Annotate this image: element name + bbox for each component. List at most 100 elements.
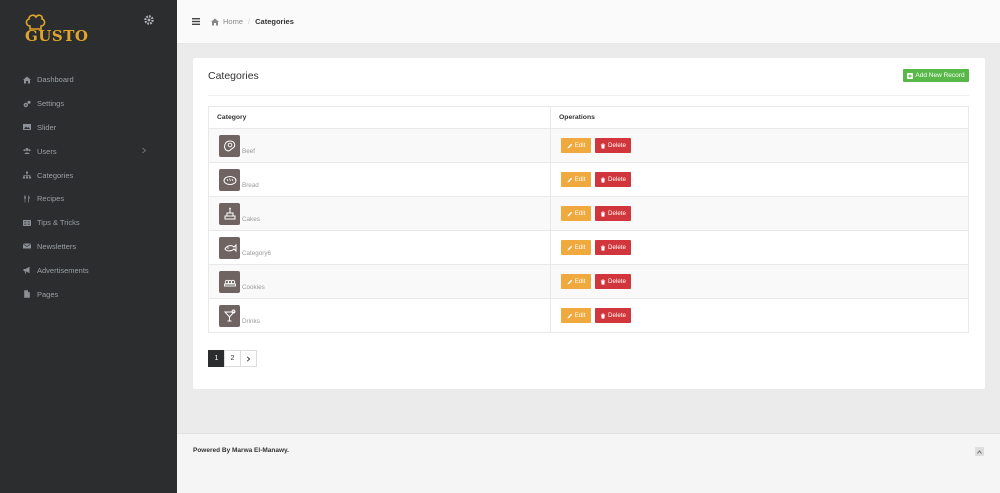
sidebar-item-pages[interactable]: Pages bbox=[0, 282, 177, 306]
sidebar-item-newsletters[interactable]: Newsletters bbox=[0, 235, 177, 259]
bread-icon bbox=[219, 168, 240, 191]
operations-cell: Edit Delete bbox=[550, 128, 969, 163]
sidebar-item-users[interactable]: Users bbox=[0, 139, 177, 163]
pencil-icon bbox=[567, 211, 572, 216]
sidebar-item-label: Newsletters bbox=[37, 241, 77, 251]
scroll-top-button[interactable] bbox=[975, 447, 984, 456]
next-page-button[interactable] bbox=[240, 350, 257, 367]
plus-square-icon bbox=[907, 72, 914, 79]
edit-button[interactable]: Edit bbox=[561, 274, 591, 289]
table-row: Drinks Edit Delete bbox=[208, 298, 969, 333]
trash-icon bbox=[600, 211, 606, 217]
category-name: Cookies bbox=[242, 283, 265, 291]
category-name: Beef bbox=[242, 147, 255, 155]
category-cell: Category6 bbox=[208, 230, 551, 265]
chevron-right-icon bbox=[142, 148, 147, 154]
breadcrumb-separator: / bbox=[248, 17, 251, 26]
sidebar-item-advertisements[interactable]: Advertisements bbox=[0, 258, 177, 282]
pencil-icon bbox=[567, 313, 572, 318]
pencil-icon bbox=[567, 177, 572, 182]
pencil-icon bbox=[567, 143, 572, 148]
operations-cell: Edit Delete bbox=[550, 298, 969, 333]
delete-button[interactable]: Delete bbox=[595, 240, 631, 255]
delete-label: Delete bbox=[608, 142, 626, 149]
operations-cell: Edit Delete bbox=[550, 230, 969, 265]
sidebar-item-settings[interactable]: Settings bbox=[0, 92, 177, 116]
page-2-button[interactable]: 2 bbox=[224, 350, 241, 367]
edit-button[interactable]: Edit bbox=[561, 206, 591, 221]
cocktail-icon bbox=[219, 304, 240, 327]
page-title: Categories bbox=[208, 70, 259, 82]
delete-button[interactable]: Delete bbox=[595, 274, 631, 289]
top-bar: Home / Categories bbox=[177, 0, 1000, 44]
category-name: Cakes bbox=[242, 215, 260, 223]
category-cell: Cookies bbox=[208, 264, 551, 299]
delete-button[interactable]: Delete bbox=[595, 172, 631, 187]
edit-button[interactable]: Edit bbox=[561, 138, 591, 153]
users-icon bbox=[23, 148, 31, 155]
cogs-icon bbox=[23, 100, 31, 107]
logo-text: GUSTO bbox=[25, 27, 89, 45]
pencil-icon bbox=[567, 279, 572, 284]
operations-cell: Edit Delete bbox=[550, 196, 969, 231]
add-new-record-button[interactable]: Add New Record bbox=[903, 69, 969, 82]
delete-label: Delete bbox=[608, 210, 626, 217]
table-row: Category6 Edit Delete bbox=[208, 230, 969, 265]
page-1-button[interactable]: 1 bbox=[208, 350, 225, 367]
cake-icon bbox=[219, 202, 240, 225]
table-row: Bread Edit Delete bbox=[208, 162, 969, 197]
image-icon bbox=[23, 124, 31, 131]
category-cell: Bread bbox=[208, 162, 551, 197]
category-name: Bread bbox=[242, 181, 259, 189]
chevron-right-icon bbox=[246, 355, 251, 362]
delete-label: Delete bbox=[608, 176, 626, 183]
pagination: 1 2 bbox=[208, 350, 257, 367]
sidebar-item-label: Settings bbox=[37, 99, 65, 109]
sidebar-item-tips-tricks[interactable]: Tips & Tricks bbox=[0, 211, 177, 235]
delete-button[interactable]: Delete bbox=[595, 308, 631, 323]
column-header-operations: Operations bbox=[550, 106, 969, 129]
edit-label: Edit bbox=[574, 312, 586, 319]
sidebar-item-categories[interactable]: Categories bbox=[0, 163, 177, 187]
delete-button[interactable]: Delete bbox=[595, 206, 631, 221]
add-new-record-label: Add New Record bbox=[915, 72, 965, 79]
edit-label: Edit bbox=[574, 176, 586, 183]
edit-label: Edit bbox=[574, 278, 586, 285]
sidebar: GUSTO Dashboard Settings Slider Users Ca… bbox=[0, 0, 177, 493]
column-header-category: Category bbox=[208, 106, 551, 129]
breadcrumb-home-link[interactable]: Home bbox=[223, 17, 243, 26]
sidebar-item-label: Pages bbox=[37, 289, 59, 299]
trash-icon bbox=[600, 143, 606, 149]
sidebar-item-dashboard[interactable]: Dashboard bbox=[0, 68, 177, 92]
footer-credit: Powered By Marwa El-Manawy. bbox=[193, 447, 289, 454]
cookies-icon bbox=[219, 270, 240, 293]
category-cell: Drinks bbox=[208, 298, 551, 333]
edit-label: Edit bbox=[574, 142, 586, 149]
sidebar-item-label: Categories bbox=[37, 170, 74, 180]
category-cell: Cakes bbox=[208, 196, 551, 231]
operations-cell: Edit Delete bbox=[550, 162, 969, 197]
pencil-icon bbox=[567, 245, 572, 250]
sidebar-item-slider[interactable]: Slider bbox=[0, 116, 177, 140]
edit-label: Edit bbox=[574, 244, 586, 251]
envelope-icon bbox=[23, 243, 31, 249]
delete-button[interactable]: Delete bbox=[595, 138, 631, 153]
sidebar-item-label: Recipes bbox=[37, 194, 65, 204]
bullhorn-icon bbox=[23, 267, 30, 274]
trash-icon bbox=[600, 313, 606, 319]
edit-button[interactable]: Edit bbox=[561, 240, 591, 255]
categories-panel: Categories Add New Record Category Opera… bbox=[193, 58, 985, 389]
sidebar-item-label: Tips & Tricks bbox=[37, 218, 80, 228]
breadcrumb: Home / Categories bbox=[211, 17, 294, 26]
file-icon bbox=[24, 290, 30, 298]
edit-button[interactable]: Edit bbox=[561, 172, 591, 187]
category-name: Drinks bbox=[242, 317, 260, 325]
edit-button[interactable]: Edit bbox=[561, 308, 591, 323]
sidebar-item-label: Advertisements bbox=[37, 265, 89, 275]
hamburger-menu-icon[interactable] bbox=[192, 18, 200, 25]
sidebar-item-recipes[interactable]: Recipes bbox=[0, 187, 177, 211]
trash-icon bbox=[600, 177, 606, 183]
sitemap-icon bbox=[23, 171, 31, 179]
gear-icon[interactable] bbox=[143, 14, 155, 26]
home-icon bbox=[23, 76, 31, 84]
